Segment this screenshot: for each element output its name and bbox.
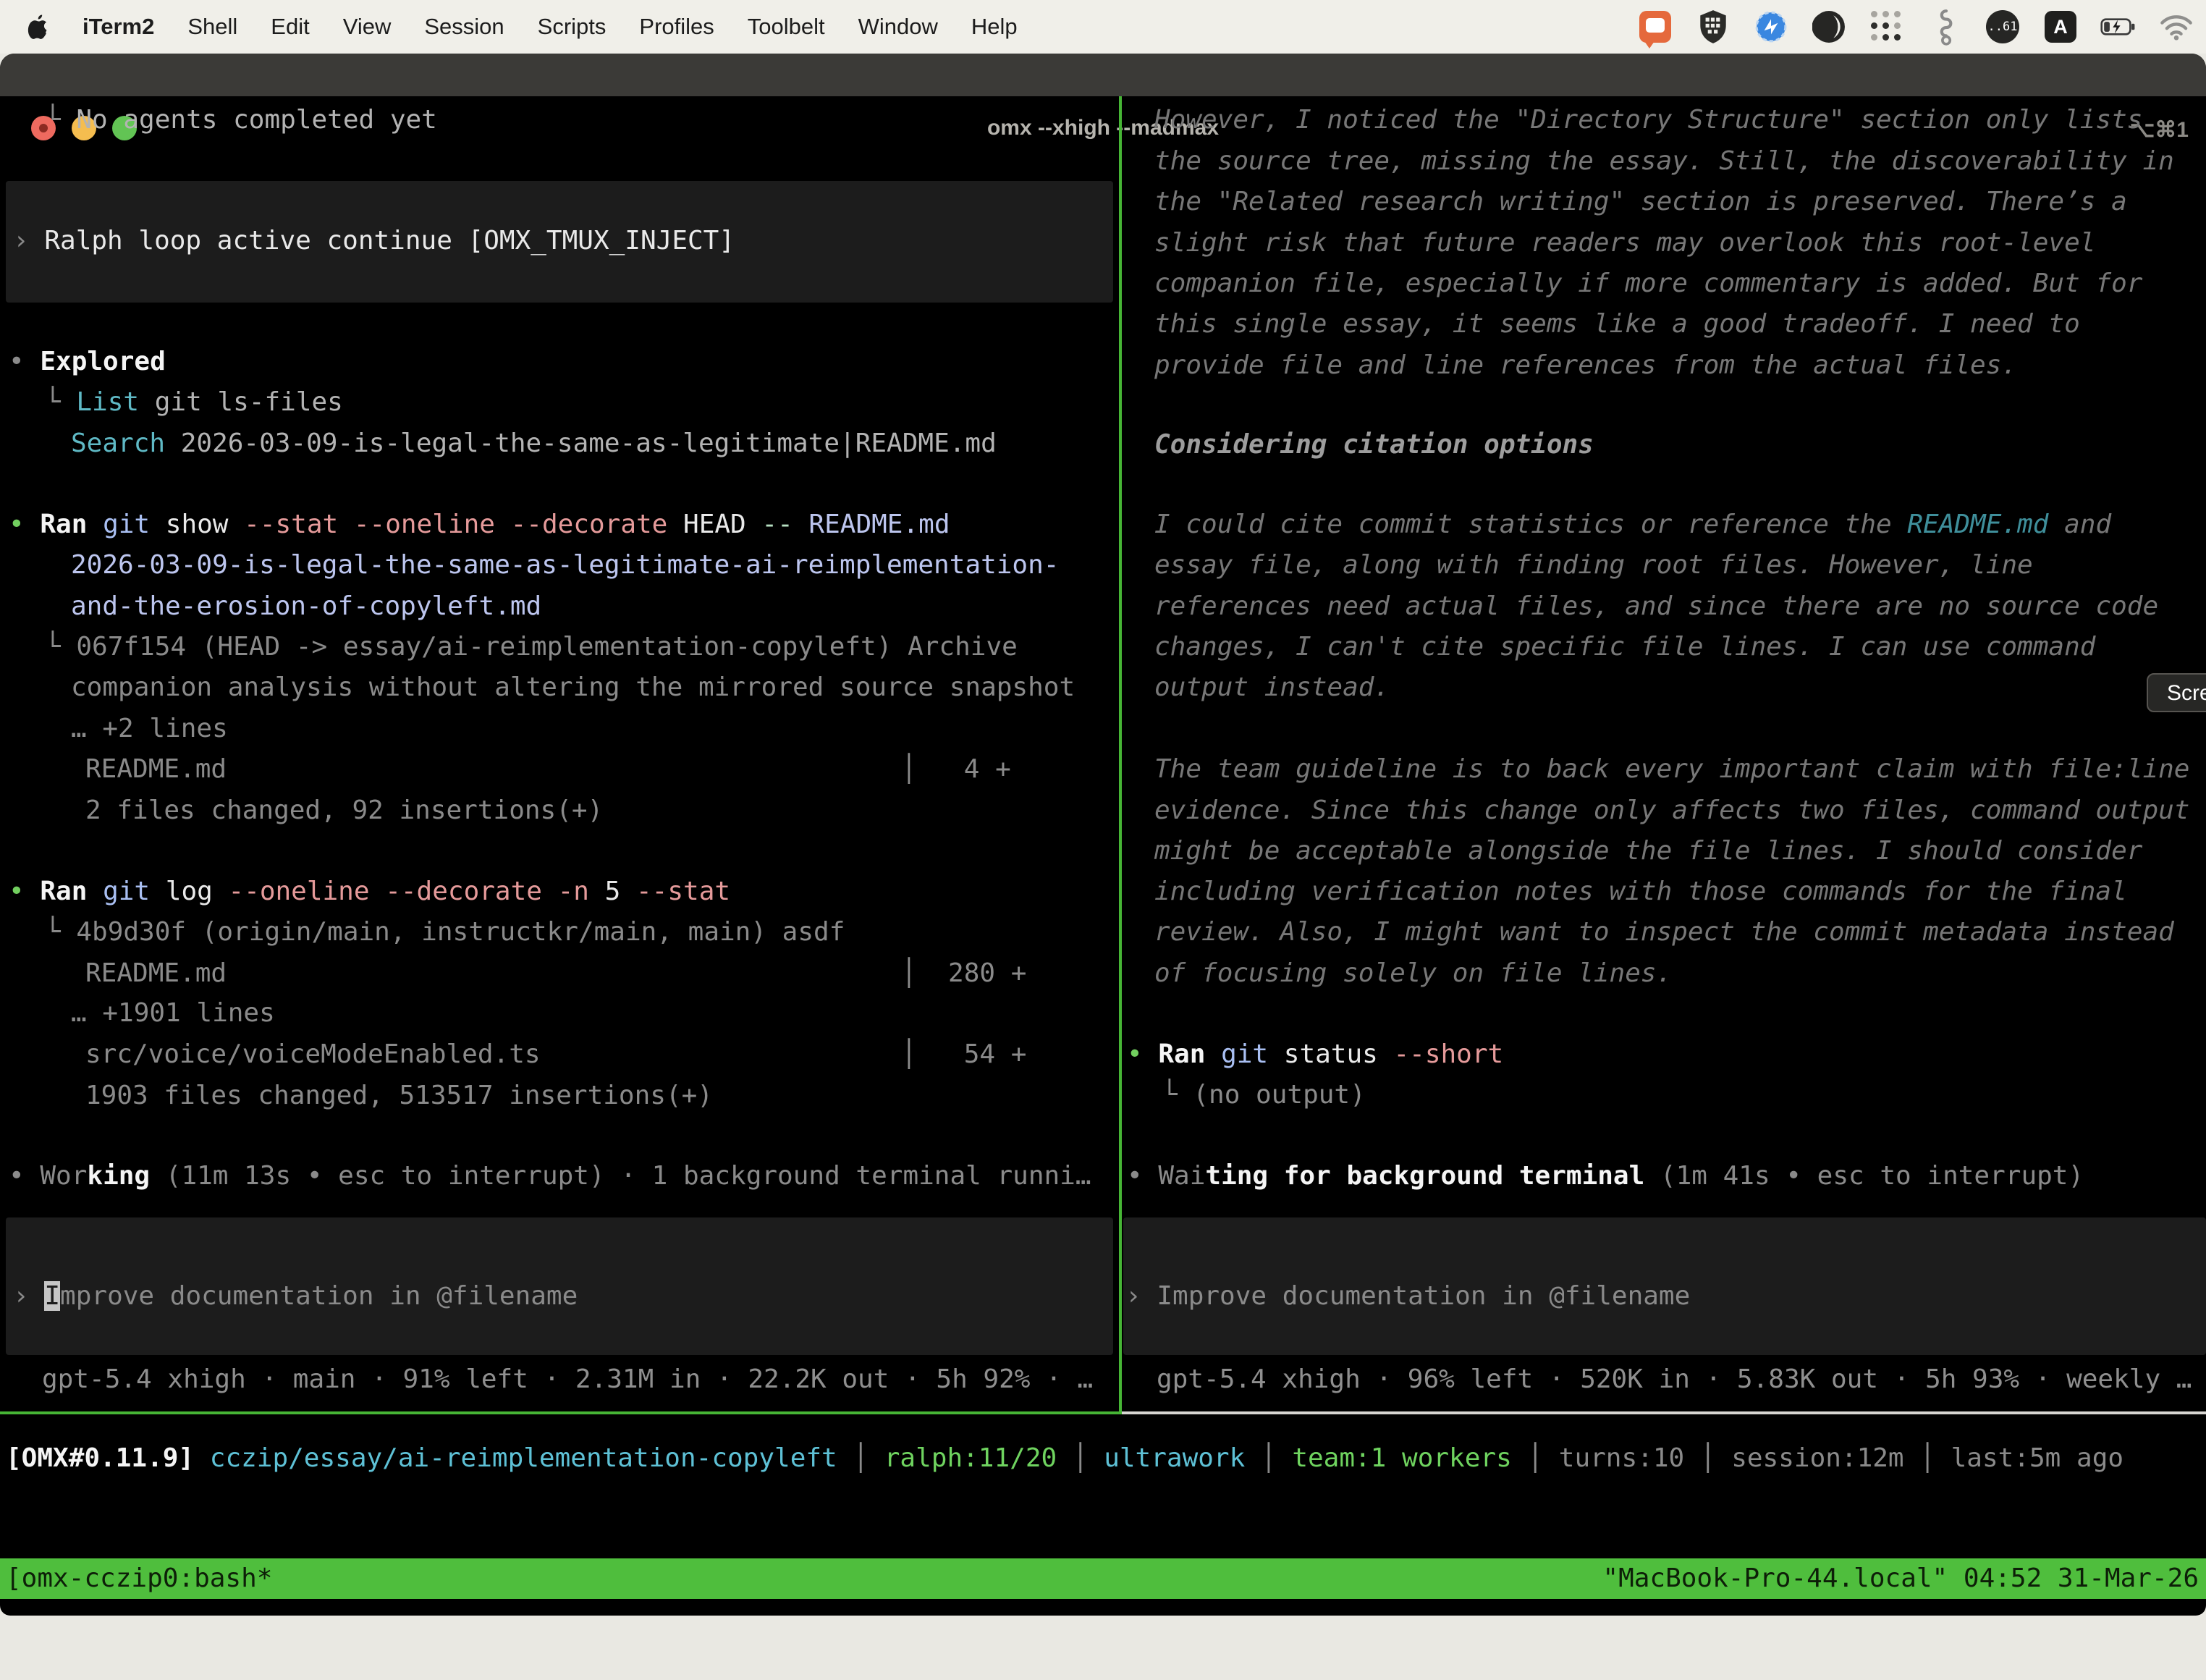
terminal-line: might be acceptable alongside the file l… (1154, 831, 2142, 871)
terminal-line: • Ran git log --oneline --decorate -n 5 … (9, 871, 730, 912)
terminal-line: this single essay, it seems like a good … (1154, 304, 2080, 345)
terminal-line: However, I noticed the "Directory Struct… (1154, 100, 2142, 140)
terminal-line: … +2 lines (71, 709, 228, 749)
wifi-icon[interactable] (2158, 9, 2194, 45)
terminal-line: companion analysis without altering the … (71, 667, 1075, 708)
session-status-right: gpt-5.4 xhigh · 96% left · 520K in · 5.8… (1157, 1359, 2192, 1400)
input-source-label: A (2045, 11, 2076, 43)
menu-item-help[interactable]: Help (971, 14, 1018, 40)
terminal-line: including verification notes with those … (1154, 871, 2127, 912)
terminal-line: src/voice/voiceModeEnabled.ts │ 54 + (85, 1034, 1026, 1075)
menu-bar: iTerm2 Shell Edit View Session Scripts Profile… (0, 0, 2206, 54)
menu-item-view[interactable]: View (343, 14, 392, 40)
terminal-line: └ List git ls-files (45, 382, 343, 423)
terminal-line: 2 files changed, 92 insertions(+) (85, 790, 603, 831)
session-status-left: gpt-5.4 xhigh · main · 91% left · 2.31M … (42, 1359, 1093, 1400)
terminal-line: └ 4b9d30f (origin/main, instructkr/main,… (45, 912, 845, 953)
terminal-line: └ No agents completed yet (45, 100, 437, 140)
menu-item-edit[interactable]: Edit (271, 14, 309, 40)
menu-item-shell[interactable]: Shell (187, 14, 237, 40)
pane-border-right (1122, 1411, 2206, 1414)
terminal-line: companion file, especially if more comme… (1154, 263, 2142, 304)
terminal-line: references need actual files, and since … (1154, 586, 2158, 627)
terminal-line: of focusing solely on file lines. (1154, 953, 1672, 994)
pane-divider (1119, 96, 1122, 1414)
terminal: └ No agents completed yet › Ralph loop ac… (0, 0, 2206, 1616)
terminal-line: evidence. Since this change only affects… (1154, 790, 2189, 831)
tmux-session-name: [omx-cczip0:bash* (6, 1558, 272, 1599)
terminal-line: I could cite commit statistics or refere… (1154, 505, 2111, 545)
prompt-input-right[interactable]: › Improve documentation in @filename (1125, 1276, 1690, 1317)
pane-border-left (0, 1411, 1119, 1414)
terminal-line: Search 2026-03-09-is-legal-the-same-as-l… (71, 423, 997, 464)
menu-item-toolbelt[interactable]: Toolbelt (748, 14, 825, 40)
terminal-line: README.md │ 4 + (85, 749, 1011, 790)
terminal-line: └ 067f154 (HEAD -> essay/ai-reimplementa… (45, 627, 1018, 667)
squiggle-icon[interactable] (1927, 9, 1963, 45)
screen-share-tooltip: Scre (2147, 673, 2206, 712)
menu-item-profiles[interactable]: Profiles (639, 14, 714, 40)
badge-61-label: ..61 (1986, 10, 2019, 43)
crescent-circle-icon[interactable] (1811, 9, 1847, 45)
terminal-line: review. Also, I might want to inspect th… (1154, 912, 2174, 953)
menu-status-icons: ..61 A (1637, 9, 2206, 45)
omx-status-bar: [OMX#0.11.9] cczip/essay/ai-reimplementa… (6, 1438, 2123, 1479)
tmux-status-bar: [omx-cczip0:bash* "MacBook-Pro-44.local"… (0, 1558, 2206, 1599)
tmux-host-clock: "MacBook-Pro-44.local" 04:52 31-Mar-26 (1602, 1558, 2199, 1599)
terminal-line: the source tree, missing the essay. Stil… (1154, 141, 2174, 182)
terminal-line: slight risk that future readers may over… (1154, 223, 2095, 263)
terminal-line: └ (no output) (1162, 1075, 1366, 1115)
terminal-line: • Ran git show --stat --oneline --decora… (9, 505, 950, 545)
terminal-line: the "Related research writing" section i… (1154, 182, 2127, 222)
menu-item-scripts[interactable]: Scripts (538, 14, 607, 40)
input-source-icon[interactable]: A (2042, 9, 2079, 45)
terminal-line: • Ran git status --short (1127, 1034, 1503, 1075)
terminal-line: The team guideline is to back every impo… (1154, 749, 2189, 790)
inject-banner-text: › Ralph loop active continue [OMX_TMUX_I… (13, 221, 735, 261)
badge-61-icon[interactable]: ..61 (1985, 9, 2021, 45)
working-status-left: • Working (11m 13s • esc to interrupt) ·… (9, 1156, 1091, 1196)
menu-item-iterm2[interactable]: iTerm2 (83, 14, 154, 40)
terminal-line: • Explored (9, 342, 166, 382)
battery-icon[interactable] (2100, 9, 2137, 45)
menu-item-window[interactable]: Window (858, 14, 938, 40)
menu-items: iTerm2 Shell Edit View Session Scripts Profile… (0, 14, 1018, 40)
dots-grid-icon[interactable] (1869, 9, 1905, 45)
thinking-heading: Considering citation options (1154, 425, 1594, 465)
apple-icon[interactable] (28, 14, 49, 39)
shield-keypad-icon[interactable] (1695, 9, 1731, 45)
terminal-line: changes, I can't cite specific file line… (1154, 627, 2095, 667)
terminal-line: README.md │ 280 + (85, 953, 1026, 994)
terminal-line: output instead. (1154, 667, 1390, 708)
terminal-line: provide file and line references from th… (1154, 345, 2017, 386)
working-status-right: • Waiting for background terminal (1m 41… (1127, 1156, 2084, 1196)
blue-badge-icon[interactable] (1753, 9, 1789, 45)
terminal-line: essay file, along with finding root file… (1154, 545, 2033, 586)
screen-record-chat-icon[interactable] (1637, 9, 1673, 45)
terminal-line: and-the-erosion-of-copyleft.md (71, 586, 541, 627)
prompt-input-left[interactable]: › Improve documentation in @filename (13, 1276, 578, 1317)
terminal-line: … +1901 lines (71, 993, 275, 1034)
terminal-line: 2026-03-09-is-legal-the-same-as-legitima… (71, 545, 1059, 586)
menu-item-session[interactable]: Session (424, 14, 504, 40)
terminal-line: 1903 files changed, 513517 insertions(+) (85, 1076, 713, 1116)
